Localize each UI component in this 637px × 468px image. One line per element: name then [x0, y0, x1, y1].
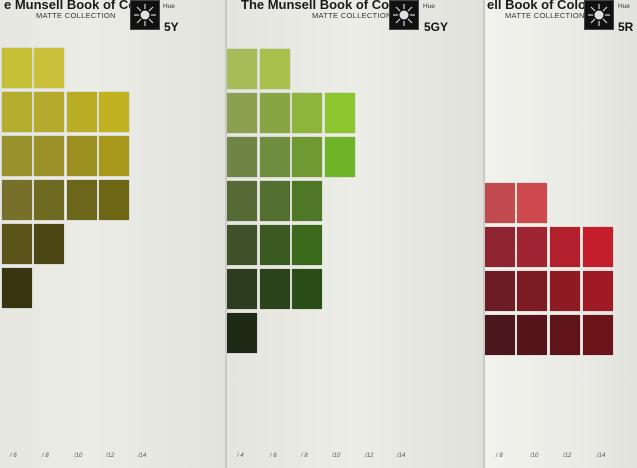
color-chip — [583, 315, 613, 355]
color-chip — [583, 271, 613, 311]
color-chip — [260, 93, 290, 133]
color-chip — [34, 180, 64, 220]
color-chip — [34, 224, 64, 264]
color-chip — [485, 183, 515, 223]
color-chip — [2, 180, 32, 220]
munsell-page-5gy: The Munsell Book of Color MATTE COLLECTI… — [227, 0, 483, 468]
hue-label: Hue — [618, 3, 630, 10]
chroma-label: / 8 — [42, 453, 49, 459]
color-chip — [292, 93, 322, 133]
color-chip — [292, 181, 322, 221]
chroma-label: /14 — [397, 453, 406, 459]
color-chip — [227, 313, 257, 353]
hue-label: Hue — [163, 3, 175, 10]
color-chip — [227, 93, 257, 133]
color-chip — [325, 137, 355, 177]
chroma-label: /12 — [563, 453, 572, 459]
chroma-label: / 6 — [270, 453, 277, 459]
chroma-label: /10 — [530, 453, 539, 459]
color-chip — [583, 227, 613, 267]
collection-subtitle: MATTE COLLECTION — [36, 11, 116, 20]
color-chip — [227, 181, 257, 221]
collection-subtitle: MATTE COLLECTION — [312, 11, 392, 20]
color-chip — [227, 225, 257, 265]
color-chip — [517, 315, 547, 355]
munsell-logo-icon — [389, 0, 419, 30]
color-chip — [2, 136, 32, 176]
chroma-label: /12 — [106, 453, 115, 459]
color-chip — [485, 315, 515, 355]
color-chip — [2, 48, 32, 88]
color-chip — [485, 271, 515, 311]
chroma-label: /10 — [332, 453, 341, 459]
color-chip — [550, 227, 580, 267]
color-chip — [517, 227, 547, 267]
munsell-page-5y: e Munsell Book of Color MATTE COLLECTION… — [0, 0, 225, 468]
hue-code: 5R — [618, 20, 634, 34]
chroma-label: / 8 — [496, 453, 503, 459]
color-chip — [260, 137, 290, 177]
munsell-logo-icon — [584, 0, 614, 30]
munsell-page-5r: ell Book of Color MATTE COLLECTION Hue 5… — [485, 0, 637, 468]
color-chip — [292, 269, 322, 309]
color-chip — [260, 49, 290, 89]
hue-code: 5GY — [424, 20, 449, 34]
color-chip — [260, 269, 290, 309]
color-chip — [292, 225, 322, 265]
color-chip — [34, 136, 64, 176]
chroma-label: /14 — [138, 453, 147, 459]
chroma-label: / 8 — [301, 453, 308, 459]
color-chip — [325, 93, 355, 133]
chroma-label: / 6 — [10, 453, 17, 459]
color-chip — [2, 224, 32, 264]
color-chip — [67, 180, 97, 220]
color-chip — [67, 92, 97, 132]
color-chip — [227, 269, 257, 309]
hue-label: Hue — [423, 3, 435, 10]
chroma-label: /10 — [74, 453, 83, 459]
color-chip — [227, 137, 257, 177]
munsell-logo-icon — [130, 0, 160, 30]
color-chip — [292, 137, 322, 177]
color-chip — [99, 92, 129, 132]
color-chip — [517, 183, 547, 223]
hue-code: 5Y — [164, 20, 179, 34]
color-chip — [485, 227, 515, 267]
color-chip — [550, 315, 580, 355]
color-chip — [227, 49, 257, 89]
color-chip — [517, 271, 547, 311]
color-chip — [34, 48, 64, 88]
color-chip — [2, 268, 32, 308]
color-chip — [550, 271, 580, 311]
color-chip — [260, 225, 290, 265]
chroma-label: /12 — [365, 453, 374, 459]
color-chip — [2, 92, 32, 132]
collection-subtitle: MATTE COLLECTION — [505, 11, 585, 20]
color-chip — [99, 136, 129, 176]
chroma-label: / 4 — [237, 453, 244, 459]
color-chip — [260, 181, 290, 221]
color-chip — [34, 92, 64, 132]
chroma-label: /14 — [597, 453, 606, 459]
color-chip — [67, 136, 97, 176]
color-chip — [99, 180, 129, 220]
